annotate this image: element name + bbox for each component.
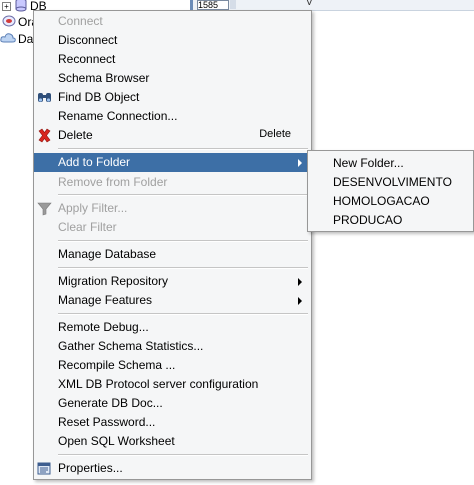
menu-separator: [58, 267, 308, 269]
submenu-item-new-folder[interactable]: New Folder...: [308, 153, 473, 172]
menu-separator: [58, 148, 308, 150]
menu-item-disconnect[interactable]: Disconnect: [34, 31, 311, 50]
menu-item-migration-repository[interactable]: Migration Repository: [34, 272, 311, 291]
menu-item-xml-db-protocol[interactable]: XML DB Protocol server configuration: [34, 375, 311, 394]
menu-item-label: Rename Connection...: [58, 109, 178, 123]
red-x-icon: [37, 128, 52, 143]
submenu-item-producao[interactable]: PRODUCAO: [308, 210, 473, 229]
add-to-folder-submenu: New Folder... DESENVOLVIMENTO HOMOLOGACA…: [307, 150, 474, 232]
menu-item-label: Reset Password...: [58, 415, 156, 429]
menu-item-reconnect[interactable]: Reconnect: [34, 50, 311, 69]
submenu-item-homologacao[interactable]: HOMOLOGACAO: [308, 191, 473, 210]
menu-item-gather-schema-statistics[interactable]: Gather Schema Statistics...: [34, 337, 311, 356]
submenu-arrow-icon: [298, 278, 302, 286]
menu-item-add-to-folder[interactable]: Add to Folder: [34, 153, 311, 172]
menu-separator: [58, 240, 308, 242]
submenu-item-desenvolvimento[interactable]: DESENVOLVIMENTO: [308, 172, 473, 191]
editor-label: V: [306, 0, 313, 8]
menu-item-clear-filter[interactable]: Clear Filter: [34, 218, 311, 237]
menu-item-label: Add to Folder: [58, 155, 131, 169]
menu-item-apply-filter[interactable]: Apply Filter...: [34, 199, 311, 218]
field-spinner[interactable]: [230, 0, 236, 9]
submenu-arrow-icon: [298, 159, 302, 167]
menu-item-label: Open SQL Worksheet: [58, 434, 175, 448]
submenu-item-label: PRODUCAO: [333, 213, 403, 227]
shortcut-label: Delete: [259, 128, 291, 140]
menu-item-label: Manage Features: [58, 293, 153, 307]
menu-item-schema-browser[interactable]: Schema Browser: [34, 69, 311, 88]
menu-item-properties[interactable]: Properties...: [34, 459, 311, 478]
editor-field[interactable]: 1585: [197, 0, 229, 10]
menu-item-reset-password[interactable]: Reset Password...: [34, 413, 311, 432]
menu-item-label: Delete: [58, 128, 93, 142]
menu-item-label: Clear Filter: [58, 220, 117, 234]
submenu-item-label: HOMOLOGACAO: [333, 194, 430, 208]
menu-item-connect[interactable]: Connect: [34, 12, 311, 31]
menu-item-remote-debug[interactable]: Remote Debug...: [34, 318, 311, 337]
menu-item-label: Connect: [58, 14, 103, 28]
menu-item-remove-from-folder[interactable]: Remove from Folder: [34, 173, 311, 192]
menu-item-label: Remove from Folder: [58, 175, 168, 189]
menu-item-label: Reconnect: [58, 52, 116, 66]
menu-item-recompile-schema[interactable]: Recompile Schema ...: [34, 356, 311, 375]
menu-separator: [58, 194, 308, 196]
submenu-arrow-icon: [298, 297, 302, 305]
oracle-db-icon: [2, 14, 16, 31]
expand-icon[interactable]: +: [2, 1, 11, 11]
menu-item-label: Apply Filter...: [58, 201, 128, 215]
panel-divider: [190, 0, 193, 10]
menu-item-rename-connection[interactable]: Rename Connection...: [34, 107, 311, 126]
menu-item-label: XML DB Protocol server configuration: [58, 377, 259, 391]
cloud-icon: [0, 32, 16, 47]
connection-context-menu: Connect Disconnect Reconnect Schema Brow…: [33, 10, 312, 480]
menu-item-manage-features[interactable]: Manage Features: [34, 291, 311, 310]
menu-item-label: Migration Repository: [58, 274, 169, 288]
submenu-item-label: New Folder...: [333, 156, 404, 170]
menu-item-label: Remote Debug...: [58, 320, 149, 334]
filter-icon: [37, 201, 52, 216]
menu-item-find-db-object[interactable]: Find DB Object: [34, 88, 311, 107]
menu-item-label: Generate DB Doc...: [58, 396, 163, 410]
menu-item-label: Properties...: [58, 461, 123, 475]
menu-item-label: Manage Database: [58, 247, 157, 261]
menu-item-label: Recompile Schema ...: [58, 358, 176, 372]
menu-separator: [58, 454, 308, 456]
properties-icon: [37, 461, 52, 476]
menu-item-label: Gather Schema Statistics...: [58, 339, 204, 353]
menu-separator: [58, 313, 308, 315]
binoculars-icon: [37, 90, 52, 105]
menu-item-open-sql-worksheet[interactable]: Open SQL Worksheet: [34, 432, 311, 451]
database-connection-icon: [14, 0, 28, 15]
menu-item-generate-db-doc[interactable]: Generate DB Doc...: [34, 394, 311, 413]
menu-item-manage-database[interactable]: Manage Database: [34, 245, 311, 264]
submenu-item-label: DESENVOLVIMENTO: [333, 175, 452, 189]
menu-item-delete[interactable]: Delete Delete: [34, 126, 311, 145]
menu-item-label: Schema Browser: [58, 71, 150, 85]
tree-item-data[interactable]: Dat: [0, 31, 37, 47]
menu-item-label: Disconnect: [58, 33, 118, 47]
menu-item-label: Find DB Object: [58, 90, 140, 104]
